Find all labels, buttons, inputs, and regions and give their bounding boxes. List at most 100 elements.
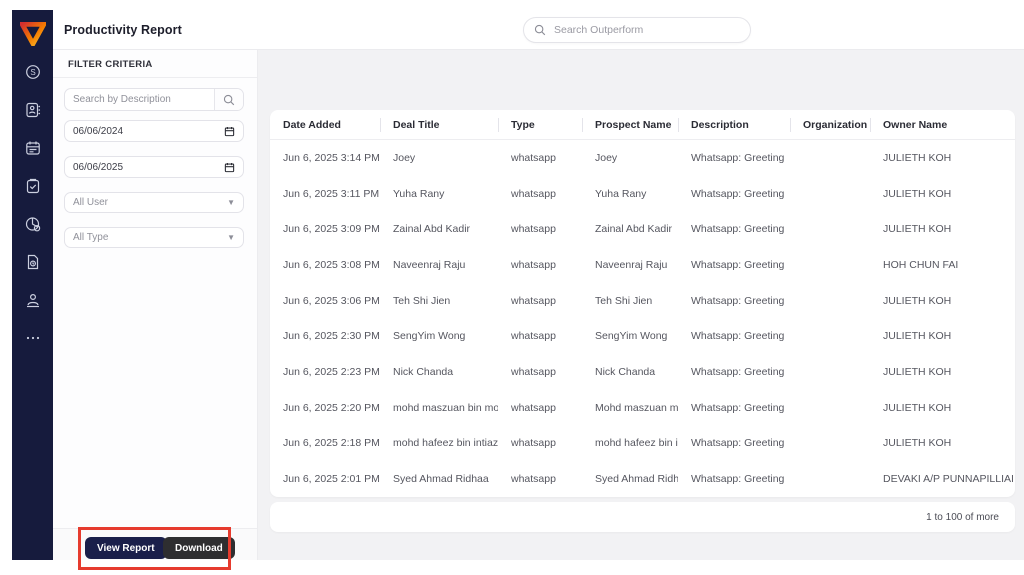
cell-date-added: Jun 6, 2025 2:20 PM	[283, 401, 380, 414]
table-row[interactable]: Jun 6, 2025 2:20 PM mohd maszuan bin moh…	[270, 390, 1015, 426]
main-content: Date Added Deal Title Type Prospect Name…	[258, 50, 1024, 560]
cell-owner-name: JULIETH KOH	[883, 401, 952, 414]
cell-deal-title: SengYim Wong	[393, 330, 466, 343]
search-icon	[223, 94, 235, 105]
column-header[interactable]: Type	[498, 110, 582, 139]
pagination-bar: 1 to 100 of more	[270, 502, 1015, 532]
cell-owner-name: JULIETH KOH	[883, 437, 952, 450]
cell-organization	[790, 318, 870, 354]
cell-prospect-name: Nick Chanda	[595, 365, 656, 378]
cell-description: Whatsapp: Greeting	[691, 294, 785, 307]
cell-date-added: Jun 6, 2025 3:11 PM	[283, 187, 380, 200]
contacts-icon[interactable]	[25, 102, 41, 118]
cell-deal-title: Zainal Abd Kadir	[393, 223, 471, 236]
calendar-icon	[224, 162, 235, 172]
cell-prospect-name: Joey	[595, 151, 618, 164]
cell-deal-title: Yuha Rany	[393, 187, 445, 200]
date-to-field[interactable]: 06/06/2025	[64, 156, 244, 178]
global-search-input[interactable]	[554, 24, 740, 36]
sidebar: S	[12, 10, 53, 560]
column-header[interactable]: Organization	[790, 110, 870, 139]
cell-description: Whatsapp: Greeting	[691, 330, 785, 343]
cell-organization	[790, 354, 870, 390]
cell-type: whatsapp	[511, 401, 556, 414]
cell-description: Whatsapp: Greeting	[691, 473, 785, 486]
column-header[interactable]: Deal Title	[380, 110, 498, 139]
cell-deal-title: Syed Ahmad Ridhaa	[393, 473, 489, 486]
report-table-card: Date Added Deal Title Type Prospect Name…	[270, 110, 1015, 497]
column-header[interactable]: Description	[678, 110, 790, 139]
cell-prospect-name: Teh Shi Jien	[595, 294, 653, 307]
date-from-field[interactable]: 06/06/2024	[64, 120, 244, 142]
download-button[interactable]: Download	[163, 537, 235, 559]
description-search-input[interactable]	[65, 94, 214, 105]
cell-organization	[790, 426, 870, 462]
cell-type: whatsapp	[511, 365, 556, 378]
cell-prospect-name: Naveenraj Raju	[595, 258, 668, 271]
table-row[interactable]: Jun 6, 2025 3:11 PM Yuha Rany whatsapp Y…	[270, 176, 1015, 212]
cell-date-added: Jun 6, 2025 2:30 PM	[283, 330, 380, 343]
cell-owner-name: JULIETH KOH	[883, 330, 952, 343]
cell-type: whatsapp	[511, 223, 556, 236]
cell-description: Whatsapp: Greeting	[691, 223, 785, 236]
cell-date-added: Jun 6, 2025 2:18 PM	[283, 437, 380, 450]
cell-description: Whatsapp: Greeting	[691, 437, 785, 450]
date-from-value: 06/06/2024	[73, 125, 124, 137]
cell-deal-title: Nick Chanda	[393, 365, 454, 378]
cell-date-added: Jun 6, 2025 3:06 PM	[283, 294, 380, 307]
cell-owner-name: JULIETH KOH	[883, 187, 952, 200]
documents-icon[interactable]	[25, 254, 41, 270]
cell-deal-title: mohd maszuan bin moh	[393, 401, 498, 414]
table-row[interactable]: Jun 6, 2025 3:09 PM Zainal Abd Kadir wha…	[270, 211, 1015, 247]
table-row[interactable]: Jun 6, 2025 2:23 PM Nick Chanda whatsapp…	[270, 354, 1015, 390]
table-row[interactable]: Jun 6, 2025 3:14 PM Joey whatsapp Joey W…	[270, 140, 1015, 176]
chevron-down-icon: ▼	[227, 197, 235, 207]
table-body: Jun 6, 2025 3:14 PM Joey whatsapp Joey W…	[270, 140, 1015, 497]
reports-icon[interactable]	[25, 216, 41, 232]
cell-description: Whatsapp: Greeting	[691, 151, 785, 164]
cell-deal-title: mohd hafeez bin intiaz	[393, 437, 498, 450]
table-row[interactable]: Jun 6, 2025 3:06 PM Teh Shi Jien whatsap…	[270, 283, 1015, 319]
cell-date-added: Jun 6, 2025 3:14 PM	[283, 151, 380, 164]
filter-panel-footer: View Report Download	[53, 528, 257, 560]
app-window: S Productivity Report Search Outperform …	[12, 10, 1024, 560]
cell-type: whatsapp	[511, 187, 556, 200]
column-header[interactable]: Prospect Name	[582, 110, 678, 139]
cell-type: whatsapp	[511, 294, 556, 307]
type-filter-select[interactable]: All Type ▼	[64, 227, 244, 248]
cell-prospect-name: Syed Ahmad Ridhac	[595, 473, 678, 486]
cell-prospect-name: Yuha Rany	[595, 187, 647, 200]
cell-organization	[790, 140, 870, 176]
account-icon[interactable]	[25, 292, 41, 308]
table-row[interactable]: Jun 6, 2025 2:01 PM Syed Ahmad Ridhaa wh…	[270, 461, 1015, 497]
cell-type: whatsapp	[511, 151, 556, 164]
table-row[interactable]: Jun 6, 2025 3:08 PM Naveenraj Raju whats…	[270, 247, 1015, 283]
cell-date-added: Jun 6, 2025 3:08 PM	[283, 258, 380, 271]
column-header[interactable]: Date Added	[270, 110, 380, 139]
column-header[interactable]: Owner Name	[870, 110, 1015, 139]
page-title: Productivity Report	[64, 23, 182, 37]
user-filter-select[interactable]: All User ▼	[64, 192, 244, 213]
more-icon[interactable]	[25, 330, 41, 346]
cell-description: Whatsapp: Greeting	[691, 187, 785, 200]
cell-organization	[790, 390, 870, 426]
filter-panel-title: FILTER CRITERIA	[53, 50, 257, 78]
cell-organization	[790, 461, 870, 497]
outperform-logo-icon[interactable]	[19, 22, 46, 46]
cell-prospect-name: Mohd maszuan mol	[595, 401, 678, 414]
table-row[interactable]: Jun 6, 2025 2:30 PM SengYim Wong whatsap…	[270, 318, 1015, 354]
cell-type: whatsapp	[511, 473, 556, 486]
cell-organization	[790, 247, 870, 283]
user-filter-value: All User	[73, 197, 109, 208]
description-search-field[interactable]	[64, 88, 244, 111]
cell-owner-name: DEVAKI A/P PUNNAPILLIAI	[883, 473, 1014, 486]
global-search[interactable]	[523, 17, 751, 43]
cell-owner-name: JULIETH KOH	[883, 365, 952, 378]
description-search-button[interactable]	[214, 89, 243, 110]
view-report-button[interactable]: View Report	[85, 537, 167, 559]
sales-icon[interactable]: S	[25, 64, 41, 80]
calendar-icon[interactable]	[25, 140, 41, 156]
filter-panel: FILTER CRITERIA 06/06/2024 06/06/2025	[53, 50, 258, 560]
tasks-icon[interactable]	[25, 178, 41, 194]
table-row[interactable]: Jun 6, 2025 2:18 PM mohd hafeez bin inti…	[270, 426, 1015, 462]
